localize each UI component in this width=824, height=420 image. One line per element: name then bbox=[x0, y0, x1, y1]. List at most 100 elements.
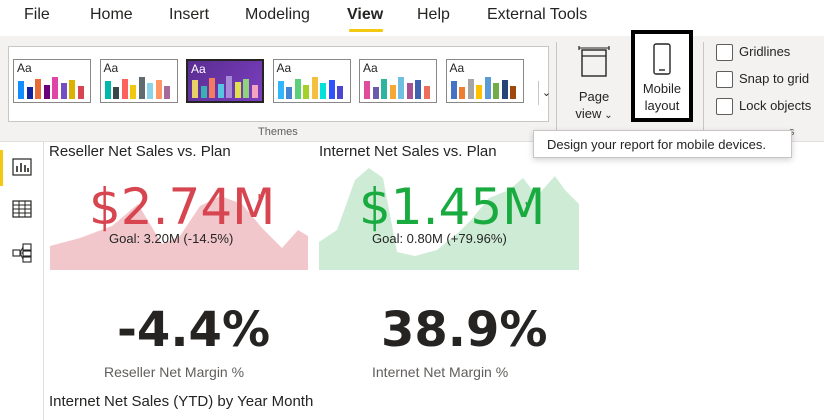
theme-option[interactable]: Aa bbox=[445, 59, 524, 103]
snap-to-grid-label: Snap to grid bbox=[739, 71, 810, 86]
menu-bar: File Home Insert Modeling View Help Exte… bbox=[0, 0, 824, 36]
theme-color-bar bbox=[510, 86, 516, 99]
mobile-layout-button[interactable]: Mobile layout bbox=[631, 30, 693, 122]
mobile-layout-tooltip: Design your report for mobile devices. bbox=[533, 130, 792, 158]
theme-color-bar bbox=[294, 79, 301, 99]
theme-aa-label: Aa bbox=[191, 62, 206, 76]
data-view-icon[interactable] bbox=[11, 198, 33, 220]
theme-color-bar bbox=[26, 87, 33, 99]
menu-external-tools[interactable]: External Tools bbox=[487, 6, 587, 24]
theme-color-bar bbox=[337, 86, 343, 99]
theme-color-bar bbox=[251, 85, 258, 98]
theme-color-bar bbox=[381, 79, 387, 99]
kpi-warning-indicator-icon: ! bbox=[257, 192, 262, 209]
card-value: -4.4% bbox=[117, 302, 271, 358]
theme-color-bar bbox=[60, 83, 67, 99]
mobile-layout-label: Mobile layout bbox=[642, 81, 682, 113]
theme-color-bar bbox=[130, 85, 136, 99]
active-view-indicator bbox=[0, 150, 3, 186]
card-title: Reseller Net Sales vs. Plan bbox=[49, 143, 231, 160]
card-label: Internet Net Margin % bbox=[372, 364, 509, 380]
theme-color-bar bbox=[328, 80, 335, 99]
theme-color-bar bbox=[364, 81, 370, 99]
checkbox-box[interactable] bbox=[716, 98, 733, 115]
theme-color-bar bbox=[484, 77, 491, 99]
theme-option[interactable]: Aa bbox=[272, 59, 351, 103]
menu-home[interactable]: Home bbox=[90, 6, 133, 24]
chevron-down-icon: ⌄ bbox=[541, 87, 552, 99]
theme-color-bar bbox=[320, 83, 326, 99]
theme-aa-label: Aa bbox=[103, 61, 119, 75]
theme-aa-label: Aa bbox=[363, 61, 378, 75]
view-rail bbox=[0, 142, 44, 420]
page-view-button[interactable]: Page view ⌄ bbox=[566, 42, 622, 126]
active-tab-indicator bbox=[349, 29, 383, 32]
reseller-kpi-card[interactable]: Reseller Net Sales vs. Plan $2.74M ! Goa… bbox=[45, 142, 310, 272]
theme-aa-label: Aa bbox=[17, 61, 32, 75]
theme-option[interactable]: Aa bbox=[99, 59, 178, 103]
theme-color-bar bbox=[398, 77, 404, 99]
themes-group: Aa Aa Aa Aa Aa Aa ⌄ Themes bbox=[0, 36, 555, 142]
ribbon: Aa Aa Aa Aa Aa Aa ⌄ Themes Page view ⌄ Mobile… bbox=[0, 30, 824, 142]
themes-gallery: Aa Aa Aa Aa Aa Aa ⌄ bbox=[8, 46, 551, 122]
theme-color-bar bbox=[192, 80, 198, 98]
theme-aa-label: Aa bbox=[276, 61, 292, 75]
report-view-icon[interactable] bbox=[11, 156, 33, 178]
theme-color-bar bbox=[423, 86, 430, 99]
theme-color-bar bbox=[104, 81, 111, 99]
reseller-margin-card[interactable]: -4.4% Reseller Net Margin % bbox=[85, 302, 285, 382]
theme-color-bar bbox=[459, 87, 465, 99]
theme-color-bar bbox=[138, 77, 145, 99]
theme-aa-label: Aa bbox=[449, 61, 465, 75]
group-divider bbox=[703, 42, 704, 136]
page-view-icon bbox=[578, 46, 610, 77]
theme-color-bar bbox=[234, 82, 241, 98]
internet-kpi-card[interactable]: Internet Net Sales vs. Plan $1.45M ✓ Goa… bbox=[317, 142, 582, 272]
theme-color-bar bbox=[43, 85, 50, 99]
model-view-icon[interactable] bbox=[11, 242, 33, 264]
theme-color-bar bbox=[200, 86, 207, 98]
theme-color-bar bbox=[113, 87, 119, 99]
menu-insert[interactable]: Insert bbox=[169, 6, 209, 24]
card-label: Reseller Net Margin % bbox=[104, 364, 245, 380]
checkbox-box[interactable] bbox=[716, 71, 733, 88]
theme-color-bar bbox=[303, 85, 309, 99]
theme-color-bar bbox=[501, 80, 508, 99]
theme-color-bar bbox=[121, 79, 128, 99]
themes-group-label: Themes bbox=[258, 126, 298, 138]
ytd-chart-title: Internet Net Sales (YTD) by Year Month bbox=[49, 393, 314, 410]
chevron-down-icon: ⌄ bbox=[601, 110, 613, 121]
theme-color-bar bbox=[286, 87, 292, 99]
theme-color-bar bbox=[18, 81, 24, 99]
mobile-phone-icon bbox=[653, 43, 671, 75]
menu-modeling[interactable]: Modeling bbox=[245, 6, 310, 24]
menu-view[interactable]: View bbox=[347, 6, 383, 24]
kpi-goal: Goal: 3.20M (-14.5%) bbox=[109, 231, 234, 246]
menu-help[interactable]: Help bbox=[417, 6, 450, 24]
report-canvas: Reseller Net Sales vs. Plan $2.74M ! Goa… bbox=[45, 142, 824, 420]
theme-color-bar bbox=[493, 83, 499, 99]
card-title: Internet Net Sales vs. Plan bbox=[319, 143, 497, 160]
theme-color-bar bbox=[77, 86, 84, 99]
themes-more-button[interactable]: ⌄ bbox=[538, 81, 554, 105]
kpi-goal: Goal: 0.80M (+79.96%) bbox=[372, 231, 507, 246]
theme-color-bar bbox=[415, 80, 421, 99]
internet-margin-card[interactable]: 38.9% Internet Net Margin % bbox=[365, 302, 565, 382]
theme-color-bar bbox=[311, 77, 318, 99]
kpi-check-indicator-icon: ✓ bbox=[523, 194, 537, 211]
gridlines-label: Gridlines bbox=[739, 44, 791, 59]
theme-color-bar bbox=[155, 80, 162, 99]
checkbox-box[interactable] bbox=[716, 44, 733, 61]
theme-color-bar bbox=[52, 77, 58, 99]
kpi-value: $2.74M bbox=[89, 178, 276, 236]
theme-color-bar bbox=[164, 86, 170, 99]
lock-objects-label: Lock objects bbox=[739, 98, 812, 113]
theme-color-bar bbox=[476, 85, 482, 99]
theme-option[interactable]: Aa bbox=[359, 59, 437, 103]
theme-color-bar bbox=[35, 79, 41, 99]
theme-option[interactable]: Aa bbox=[13, 59, 91, 103]
theme-color-bar bbox=[277, 81, 284, 99]
theme-color-bar bbox=[243, 79, 249, 98]
theme-option[interactable]: Aa bbox=[186, 59, 264, 103]
menu-file[interactable]: File bbox=[24, 6, 50, 24]
